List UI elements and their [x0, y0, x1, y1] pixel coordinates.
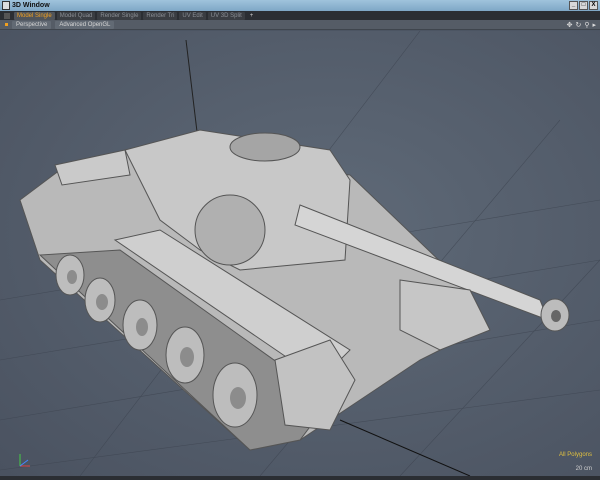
axis-gizmo-icon [19, 454, 30, 467]
tank-model [0, 30, 600, 477]
tab-uv-edit[interactable]: UV Edit [179, 11, 206, 20]
tab-render-single[interactable]: Render Single [97, 11, 142, 20]
shading-mode-button[interactable]: Advanced OpenGL [55, 20, 115, 29]
tab-toggle[interactable] [4, 12, 10, 19]
window-title: 3D Window [12, 2, 50, 9]
zoom-icon[interactable]: ⚲ [584, 21, 589, 29]
rotate-icon[interactable]: ↻ [575, 21, 581, 29]
minimize-button[interactable]: _ [569, 1, 578, 10]
title-bar: 3D Window _ □ X [0, 0, 600, 11]
viewport-toolbar: Perspective Advanced OpenGL [0, 20, 600, 30]
tab-uv-3d-split[interactable]: UV 3D Split [207, 11, 245, 20]
selection-mode-label: All Polygons [558, 452, 592, 458]
view-mode-button[interactable]: Perspective [12, 20, 52, 29]
tab-model-quad[interactable]: Model Quad [56, 11, 96, 20]
grid-scale-label: 20 cm [575, 466, 592, 472]
add-tab-button[interactable]: + [247, 12, 257, 20]
tab-render-tri[interactable]: Render Tri [143, 11, 178, 20]
move-icon[interactable]: ✥ [567, 21, 573, 29]
maximize-button[interactable]: □ [579, 1, 588, 10]
tab-model-single[interactable]: Model Single [14, 11, 55, 20]
layout-tabs: Model Single Model Quad Render Single Re… [0, 11, 600, 20]
viewport-indicator-icon [5, 23, 8, 26]
menu-icon[interactable]: ▸ [592, 21, 596, 29]
bottom-border [0, 476, 600, 480]
app-icon [2, 1, 10, 10]
3d-viewport[interactable] [0, 30, 600, 477]
close-button[interactable]: X [589, 1, 598, 10]
